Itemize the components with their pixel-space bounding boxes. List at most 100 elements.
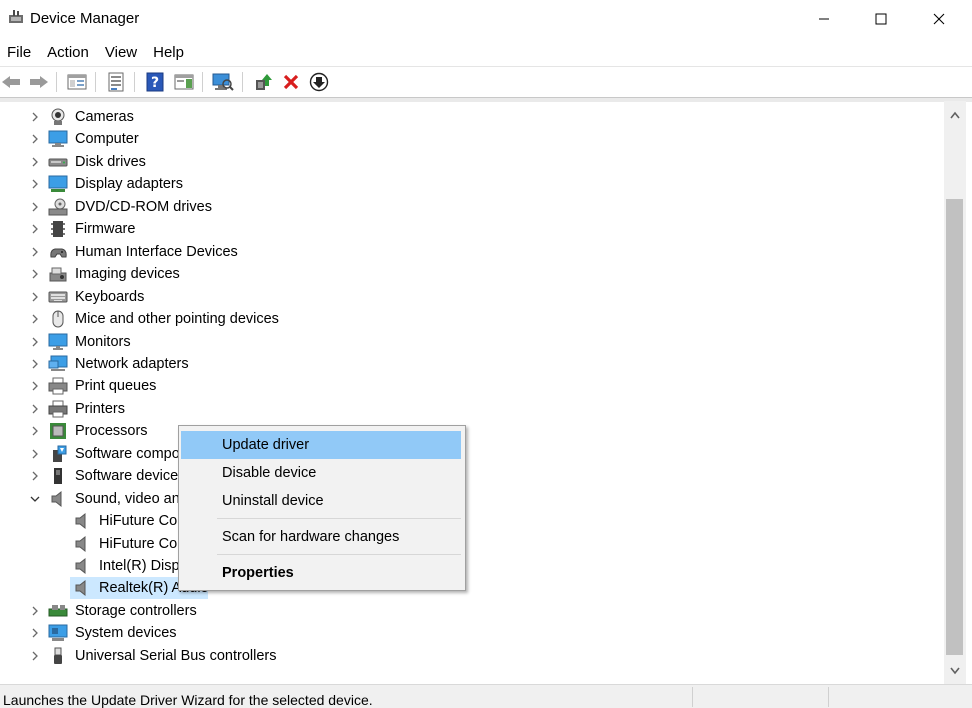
tree-item-label: Computer [75, 131, 139, 148]
update-driver-icon[interactable] [252, 71, 274, 93]
context-update-driver[interactable]: Update driver [181, 431, 461, 459]
maximize-button[interactable] [852, 0, 910, 38]
tree-category[interactable]: Monitors [0, 331, 940, 353]
show-action-pane-icon[interactable] [173, 71, 195, 93]
minimize-button[interactable] [795, 0, 853, 38]
menu-view[interactable]: View [97, 40, 145, 66]
context-properties[interactable]: Properties [181, 559, 461, 587]
forward-button[interactable] [28, 71, 50, 93]
expand-chevron-icon[interactable] [29, 132, 41, 146]
tree-device[interactable]: Realtek(R) Audio [0, 577, 940, 600]
expand-chevron-icon[interactable] [29, 447, 41, 461]
tree-category[interactable]: Storage controllers [0, 600, 940, 622]
tree-category[interactable]: Display adapters [0, 173, 940, 195]
tree-category[interactable]: Disk drives [0, 151, 940, 173]
menu-file[interactable]: File [0, 40, 39, 66]
tree-category[interactable]: Network adapters [0, 353, 940, 375]
expand-chevron-icon[interactable] [29, 200, 41, 214]
context-scan-hardware[interactable]: Scan for hardware changes [181, 523, 461, 551]
vertical-scrollbar[interactable] [944, 101, 966, 684]
context-uninstall-device-label: Uninstall device [222, 493, 324, 509]
back-button[interactable] [0, 71, 22, 93]
context-disable-device[interactable]: Disable device [181, 459, 461, 487]
collapse-chevron-icon[interactable] [29, 492, 41, 506]
software-device-icon [48, 467, 68, 485]
window-title: Device Manager [30, 10, 140, 27]
tree-category[interactable]: Human Interface Devices [0, 241, 940, 263]
expand-chevron-icon[interactable] [29, 290, 41, 304]
expand-chevron-icon[interactable] [29, 357, 41, 371]
expand-chevron-icon[interactable] [29, 402, 41, 416]
tree-item-label: Intel(R) Disp [99, 558, 180, 574]
tree-category[interactable]: Software device [0, 465, 940, 487]
speaker-icon [72, 557, 92, 575]
expand-chevron-icon[interactable] [29, 604, 41, 618]
expand-chevron-icon[interactable] [29, 469, 41, 483]
properties-sheet-icon[interactable] [105, 71, 127, 93]
tree-category[interactable]: Mice and other pointing devices [0, 308, 940, 330]
imaging-device-icon [48, 265, 68, 283]
tree-category[interactable]: Software compo [0, 443, 940, 465]
tree-category[interactable]: DVD/CD-ROM drives [0, 196, 940, 218]
toolbar: ? [0, 67, 972, 97]
expand-chevron-icon[interactable] [29, 222, 41, 236]
tree-device[interactable]: Intel(R) Disp [0, 555, 940, 577]
scrollbar-thumb[interactable] [946, 199, 963, 655]
monitor-icon [48, 333, 68, 351]
tree-item-label: Software device [75, 468, 179, 485]
usb-icon [48, 647, 68, 665]
show-hide-console-tree-icon[interactable] [66, 71, 88, 93]
menu-help[interactable]: Help [145, 40, 192, 66]
display-adapter-icon [48, 175, 68, 193]
speaker-icon [72, 579, 92, 597]
context-properties-label: Properties [222, 565, 294, 581]
expand-chevron-icon[interactable] [29, 155, 41, 169]
expand-chevron-icon[interactable] [29, 267, 41, 281]
expand-chevron-icon[interactable] [29, 626, 41, 640]
tree-category[interactable]: Imaging devices [0, 263, 940, 285]
context-uninstall-device[interactable]: Uninstall device [181, 487, 461, 515]
uninstall-device-icon[interactable] [280, 71, 302, 93]
tree-category[interactable]: Processors [0, 420, 940, 442]
expand-chevron-icon[interactable] [29, 424, 41, 438]
printer-icon [48, 400, 68, 418]
menu-bar: File Action View Help [0, 40, 972, 66]
scroll-down-button[interactable] [944, 661, 966, 681]
tree-item-label: Imaging devices [75, 266, 180, 283]
expand-chevron-icon[interactable] [29, 335, 41, 349]
tree-category[interactable]: Cameras [0, 106, 940, 128]
tree-category[interactable]: System devices [0, 622, 940, 644]
tree-category[interactable]: Print queues [0, 375, 940, 397]
context-update-driver-label: Update driver [222, 437, 310, 453]
tree-item-label: Monitors [75, 333, 131, 350]
expand-chevron-icon[interactable] [29, 379, 41, 393]
tree-category[interactable]: Printers [0, 398, 940, 420]
tree-device[interactable]: HiFuture Co [0, 533, 940, 555]
scroll-up-button[interactable] [944, 105, 966, 125]
scan-hardware-changes-icon[interactable] [212, 71, 234, 93]
storage-controller-icon [48, 602, 68, 620]
expand-chevron-icon[interactable] [29, 649, 41, 663]
tree-category[interactable]: Keyboards [0, 286, 940, 308]
context-scan-hardware-label: Scan for hardware changes [222, 529, 400, 545]
tree-category[interactable]: Sound, video an [0, 488, 940, 510]
close-button[interactable] [910, 0, 968, 38]
disable-device-icon[interactable] [308, 71, 330, 93]
tree-device[interactable]: HiFuture Co [0, 510, 940, 532]
tree-item-label: Printers [75, 400, 125, 417]
tree-category[interactable]: Firmware [0, 218, 940, 240]
expand-chevron-icon[interactable] [29, 177, 41, 191]
menu-action[interactable]: Action [39, 40, 97, 66]
expand-chevron-icon[interactable] [29, 110, 41, 124]
tree-item-label: Mice and other pointing devices [75, 311, 279, 328]
tree-item-label: Firmware [75, 221, 136, 238]
tree-item-label: Display adapters [75, 176, 183, 193]
tree-category[interactable]: Universal Serial Bus controllers [0, 645, 940, 667]
hid-icon [48, 243, 68, 261]
expand-chevron-icon[interactable] [29, 312, 41, 326]
dvd-drive-icon [48, 198, 68, 216]
help-icon[interactable]: ? [144, 71, 166, 93]
tree-category[interactable]: Computer [0, 128, 940, 150]
expand-chevron-icon[interactable] [29, 245, 41, 259]
tree-item-label: Human Interface Devices [75, 243, 238, 260]
